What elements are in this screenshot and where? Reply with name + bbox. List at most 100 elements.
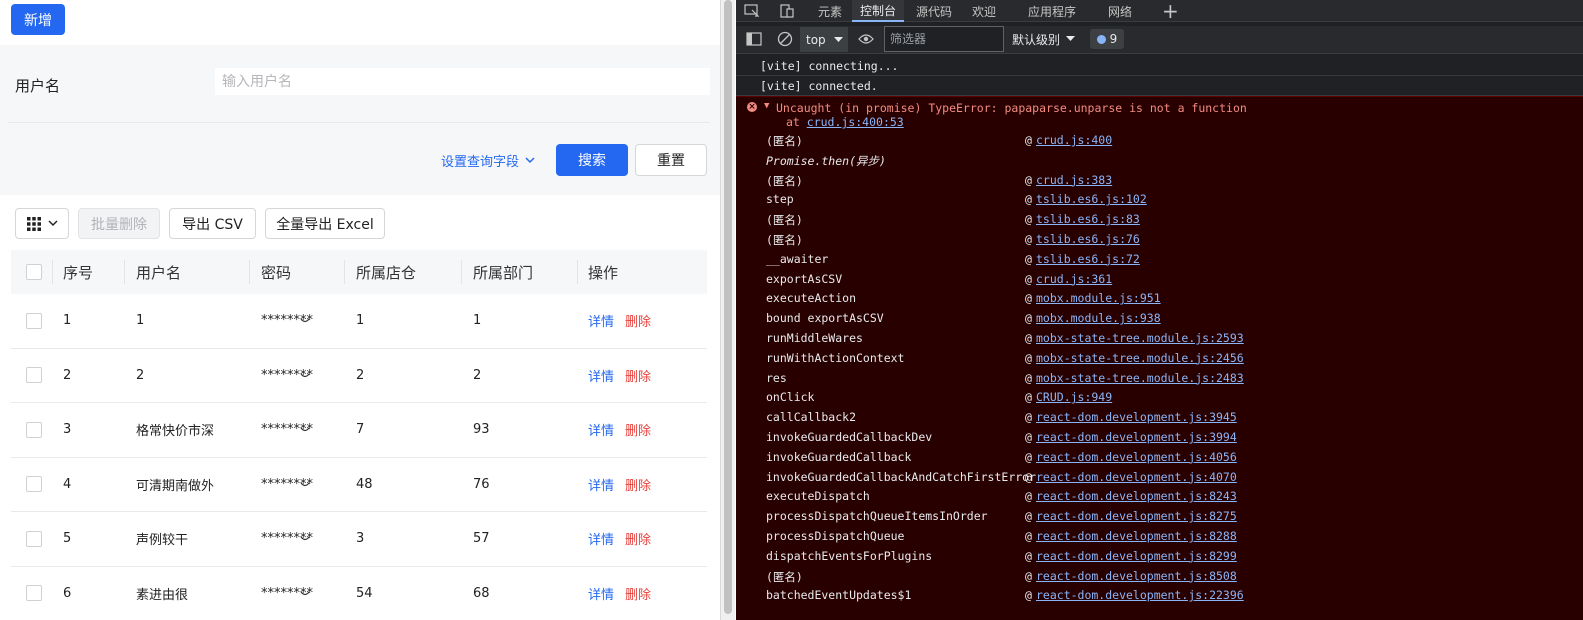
issues-badge[interactable]: 9 [1090, 29, 1124, 49]
inspect-icon[interactable] [744, 0, 760, 22]
username-input[interactable] [215, 68, 710, 95]
tab-sources[interactable]: 源代码 [916, 0, 952, 22]
cell-username: 格常快价市深 [136, 424, 215, 440]
stack-frame-at: @ [1025, 430, 1032, 444]
row-checkbox[interactable] [26, 530, 42, 547]
tab-network[interactable]: 网络 [1108, 0, 1132, 22]
delete-link[interactable]: 删除 [625, 311, 651, 330]
scrollbar-thumb[interactable] [724, 0, 732, 614]
table-row: 1 1 ******** 1 1 详情 删除 [11, 294, 707, 349]
error-at-prefix: at [786, 115, 807, 129]
tab-elements[interactable]: 元素 [818, 0, 842, 22]
stack-frame-function: batchedEventUpdates$1 [766, 588, 912, 603]
detail-link[interactable]: 详情 [588, 475, 614, 494]
stack-frame-link[interactable]: mobx-state-tree.module.js:2593 [1036, 331, 1244, 345]
row-checkbox[interactable] [26, 585, 42, 602]
eye-closed-icon[interactable] [300, 373, 310, 379]
search-button[interactable]: 搜索 [556, 144, 628, 176]
column-header: 序号 [63, 263, 94, 282]
column-toggle-button[interactable] [15, 208, 69, 239]
bulk-delete-button[interactable]: 批量删除 [78, 208, 160, 239]
row-checkbox[interactable] [26, 476, 42, 493]
clear-console-icon[interactable] [776, 30, 794, 48]
stack-frame: (匿名) @ crud.js:383 [766, 170, 1566, 190]
stack-frame-function: onClick [766, 390, 815, 405]
stack-frame-link[interactable]: crud.js:361 [1036, 272, 1112, 286]
stack-frame-function: runMiddleWares [766, 331, 863, 345]
delete-link[interactable]: 删除 [625, 420, 651, 439]
reset-button[interactable]: 重置 [635, 144, 707, 176]
eye-icon[interactable] [857, 30, 875, 48]
stack-frame-link[interactable]: react-dom.development.js:8243 [1036, 489, 1237, 503]
stack-frame-link[interactable]: tslib.es6.js:83 [1036, 212, 1140, 226]
select-all-checkbox[interactable] [26, 264, 42, 280]
eye-closed-icon[interactable] [300, 591, 310, 597]
stack-frame-link[interactable]: mobx.module.js:938 [1036, 311, 1161, 325]
tab-welcome[interactable]: 欢迎 [972, 0, 996, 22]
table-row: 6 素进由很 ******** 54 68 详情 删除 [11, 567, 707, 620]
tab-application[interactable]: 应用程序 [1028, 0, 1076, 22]
delete-link[interactable]: 删除 [625, 366, 651, 385]
eye-closed-icon[interactable] [300, 427, 310, 433]
delete-link[interactable]: 删除 [625, 584, 651, 603]
tab-console[interactable]: 控制台 [852, 0, 905, 22]
row-checkbox[interactable] [26, 421, 42, 438]
eye-closed-icon[interactable] [300, 482, 310, 488]
stack-frame: invokeGuardedCallbackDev @ react-dom.devel… [766, 427, 1566, 447]
row-checkbox[interactable] [26, 312, 42, 329]
stack-frame-link[interactable]: react-dom.development.js:4070 [1036, 470, 1237, 484]
stack-frame-link[interactable]: crud.js:400 [1036, 133, 1112, 147]
export-csv-button[interactable]: 导出 CSV [169, 208, 256, 239]
stack-frame-link[interactable]: CRUD.js:949 [1036, 390, 1112, 404]
expand-triangle-icon[interactable]: ▼ [764, 101, 769, 111]
stack-frame-link[interactable]: react-dom.development.js:8508 [1036, 569, 1237, 583]
stack-frame-link[interactable]: mobx-state-tree.module.js:2483 [1036, 371, 1244, 385]
sidebar-toggle-icon[interactable] [745, 30, 763, 48]
eye-closed-icon[interactable] [300, 536, 310, 542]
stack-frame-link[interactable]: react-dom.development.js:4056 [1036, 450, 1237, 464]
grid-icon [26, 216, 41, 231]
context-select-value: top [806, 32, 826, 47]
stack-frame-link[interactable]: mobx-state-tree.module.js:2456 [1036, 351, 1244, 365]
add-tab-icon[interactable]: + [1162, 0, 1179, 23]
stack-frame-link[interactable]: crud.js:383 [1036, 173, 1112, 187]
stack-frame-link[interactable]: react-dom.development.js:8275 [1036, 509, 1237, 523]
stack-frame-link[interactable]: react-dom.development.js:8299 [1036, 549, 1237, 563]
device-toggle-icon[interactable] [780, 0, 794, 22]
page-scrollbar[interactable] [720, 0, 735, 620]
caret-down-icon [833, 36, 843, 42]
eye-closed-icon[interactable] [300, 318, 310, 324]
console-filter-input[interactable] [884, 26, 1004, 52]
field-setting-link[interactable]: 设置查询字段 [441, 151, 535, 170]
cell-index: 1 [63, 313, 72, 329]
add-button[interactable]: 新增 [11, 4, 65, 35]
stack-frame-at: @ [1025, 390, 1032, 405]
row-actions: 详情 删除 [588, 567, 651, 620]
context-select[interactable]: top [800, 27, 848, 52]
cell-username: 可清期南做外 [136, 478, 215, 494]
error-location-link[interactable]: crud.js:400:53 [807, 115, 904, 129]
detail-link[interactable]: 详情 [588, 420, 614, 439]
stack-frame-link[interactable]: tslib.es6.js:76 [1036, 232, 1140, 246]
detail-link[interactable]: 详情 [588, 529, 614, 548]
stack-frame-link[interactable]: react-dom.development.js:8288 [1036, 529, 1237, 543]
stack-frame-at: @ [1025, 172, 1032, 187]
stack-frame-at: @ [1025, 192, 1032, 207]
detail-link[interactable]: 详情 [588, 366, 614, 385]
stack-frame-link[interactable]: mobx.module.js:951 [1036, 291, 1161, 305]
stack-frame: runWithActionContext @ mobx-state-tree.mod… [766, 348, 1566, 368]
stack-frame-link[interactable]: react-dom.development.js:22396 [1036, 588, 1244, 602]
detail-link[interactable]: 详情 [588, 584, 614, 603]
stack-frame-at: @ [1025, 331, 1032, 345]
stack-frame-function: (匿名) [766, 569, 803, 584]
stack-frame-link[interactable]: tslib.es6.js:102 [1036, 192, 1147, 206]
delete-link[interactable]: 删除 [625, 529, 651, 548]
delete-link[interactable]: 删除 [625, 475, 651, 494]
log-level-select[interactable]: 默认级别 [1012, 26, 1076, 52]
stack-frame-link[interactable]: tslib.es6.js:72 [1036, 252, 1140, 266]
row-checkbox[interactable] [26, 367, 42, 384]
stack-frame-link[interactable]: react-dom.development.js:3945 [1036, 410, 1237, 424]
stack-frame-link[interactable]: react-dom.development.js:3994 [1036, 430, 1237, 444]
export-excel-button[interactable]: 全量导出 Excel [265, 208, 385, 239]
detail-link[interactable]: 详情 [588, 311, 614, 330]
